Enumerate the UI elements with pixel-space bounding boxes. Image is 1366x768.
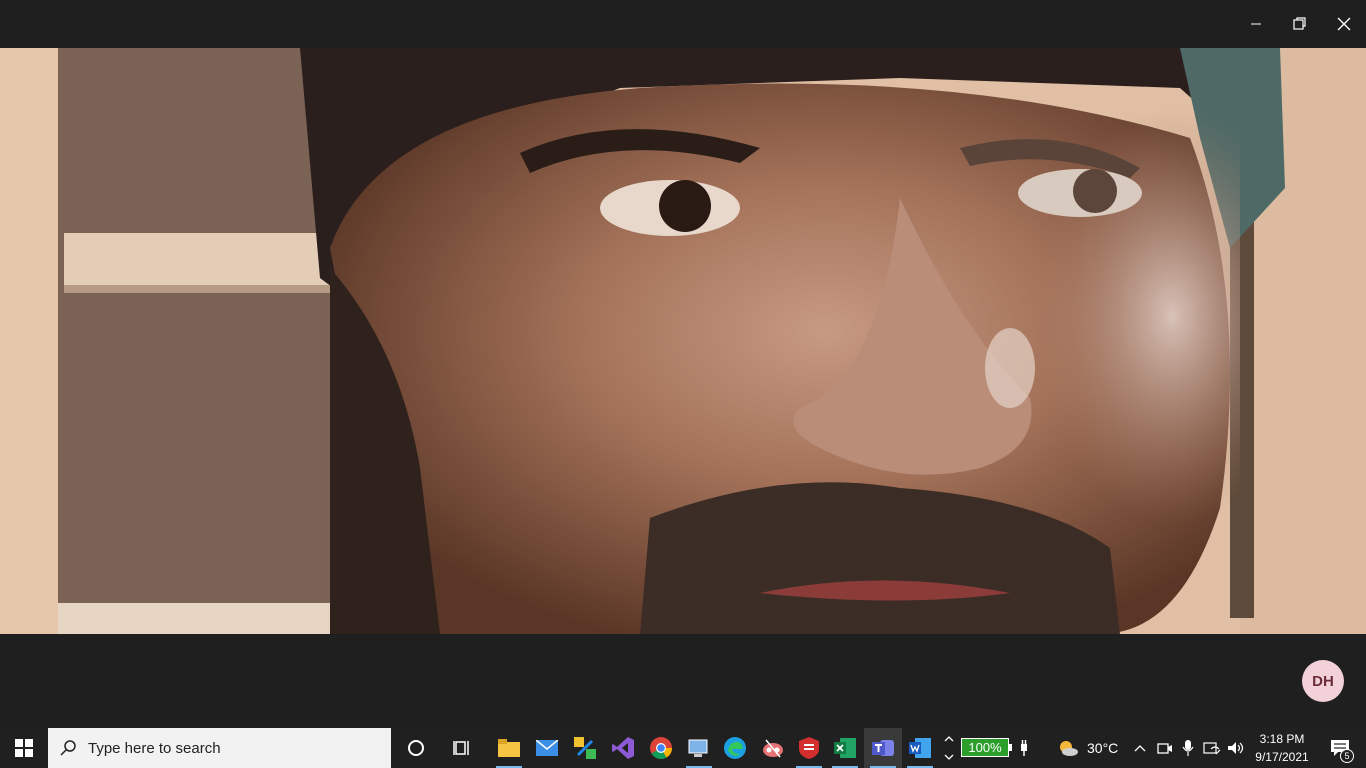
windows-logo-icon (15, 739, 33, 757)
minimize-button[interactable] (1233, 0, 1279, 48)
remote-desktop-icon (688, 739, 708, 757)
cortana-icon (408, 740, 424, 756)
temperature-text: 30°C (1087, 740, 1119, 756)
snipping-tool-icon (763, 739, 783, 758)
chrome-button[interactable] (642, 728, 680, 768)
restore-button[interactable] (1277, 0, 1323, 48)
edge-icon (724, 737, 746, 759)
show-hidden-icons-button[interactable] (1128, 728, 1152, 768)
close-icon (1337, 17, 1351, 31)
video-frame-image (0, 48, 1366, 634)
title-bar (0, 0, 1366, 48)
security-app-button[interactable] (790, 728, 828, 768)
excel-icon (834, 738, 856, 758)
power-plug-icon[interactable] (1012, 728, 1036, 768)
participant-video (0, 48, 1366, 634)
chevron-up-down-icon (944, 736, 954, 760)
folder-icon (498, 739, 520, 757)
shield-app-icon (799, 737, 819, 759)
search-icon (60, 740, 76, 756)
microphone-icon[interactable] (1176, 728, 1200, 768)
avatar-initials: DH (1312, 672, 1334, 690)
snipping-tool-button[interactable] (754, 728, 792, 768)
weather-temperature[interactable]: 30°C (1087, 728, 1118, 768)
volume-icon[interactable] (1224, 728, 1248, 768)
network-icon[interactable] (1200, 728, 1224, 768)
remote-desktop-button[interactable] (680, 728, 718, 768)
action-center-button[interactable]: 5 (1320, 728, 1360, 768)
teams-button[interactable] (864, 728, 902, 768)
word-button[interactable] (901, 728, 939, 768)
chrome-icon (650, 737, 672, 759)
search-placeholder: Type here to search (88, 739, 221, 757)
mail-button[interactable] (528, 728, 566, 768)
participant-avatar[interactable]: DH (1302, 660, 1344, 702)
minimize-icon (1251, 23, 1261, 25)
start-button[interactable] (0, 728, 48, 768)
taskbar: Type here to search 100% 30°C 3:18 PM 9/… (0, 728, 1366, 768)
mail-icon (536, 740, 558, 756)
file-explorer-button[interactable] (490, 728, 528, 768)
close-button[interactable] (1321, 0, 1366, 48)
restore-icon (1293, 17, 1306, 30)
chevron-up-icon (1134, 745, 1146, 752)
cortana-button[interactable] (397, 728, 435, 768)
excel-button[interactable] (826, 728, 864, 768)
teams-icon (872, 740, 894, 756)
task-view-icon (453, 741, 469, 755)
clock-time: 3:18 PM (1259, 732, 1305, 746)
taskbar-search-box[interactable]: Type here to search (48, 728, 391, 768)
camera-tray-icon[interactable] (1153, 728, 1177, 768)
weather-icon[interactable] (1056, 728, 1080, 768)
system-clock[interactable]: 3:18 PM 9/17/2021 (1250, 730, 1314, 766)
call-stage: DH (0, 634, 1366, 728)
notification-count-badge: 5 (1340, 749, 1354, 763)
edge-button[interactable] (716, 728, 754, 768)
word-icon (909, 738, 931, 758)
battery-percent: 100% (968, 740, 1002, 755)
sync-tool-button[interactable] (566, 728, 604, 768)
visual-studio-button[interactable] (604, 728, 642, 768)
task-view-button[interactable] (444, 728, 482, 768)
taskbar-scroll[interactable] (940, 728, 958, 768)
battery-indicator[interactable]: 100% (961, 738, 1009, 757)
visual-studio-icon (612, 737, 634, 759)
clock-date: 9/17/2021 (1255, 750, 1309, 764)
sync-tool-icon (574, 737, 596, 759)
